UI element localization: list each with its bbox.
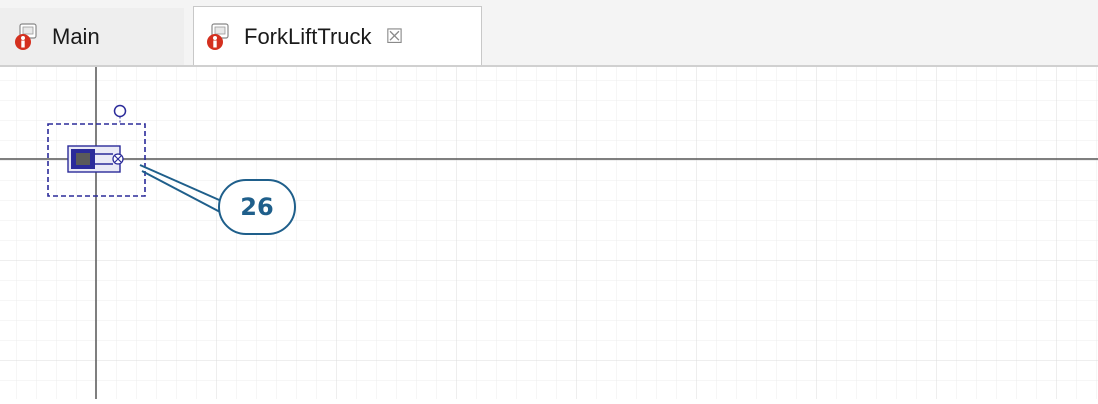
- tab-main[interactable]: Main: [0, 8, 184, 66]
- agent-icon: [15, 23, 37, 50]
- graphical-editor-canvas[interactable]: 26: [0, 67, 1098, 399]
- close-icon[interactable]: ☒: [386, 27, 404, 47]
- tab-main-label: Main: [52, 24, 100, 49]
- agent-icon: [207, 23, 229, 50]
- tab-forklifttruck-label: ForkLiftTruck: [244, 24, 372, 49]
- editor-tab-bar: Main ForkLiftTruck ☒: [0, 0, 1098, 67]
- tab-forklifttruck[interactable]: ForkLiftTruck ☒: [193, 6, 482, 67]
- callout-number: 26: [240, 193, 274, 221]
- callout-badge: 26: [218, 179, 296, 235]
